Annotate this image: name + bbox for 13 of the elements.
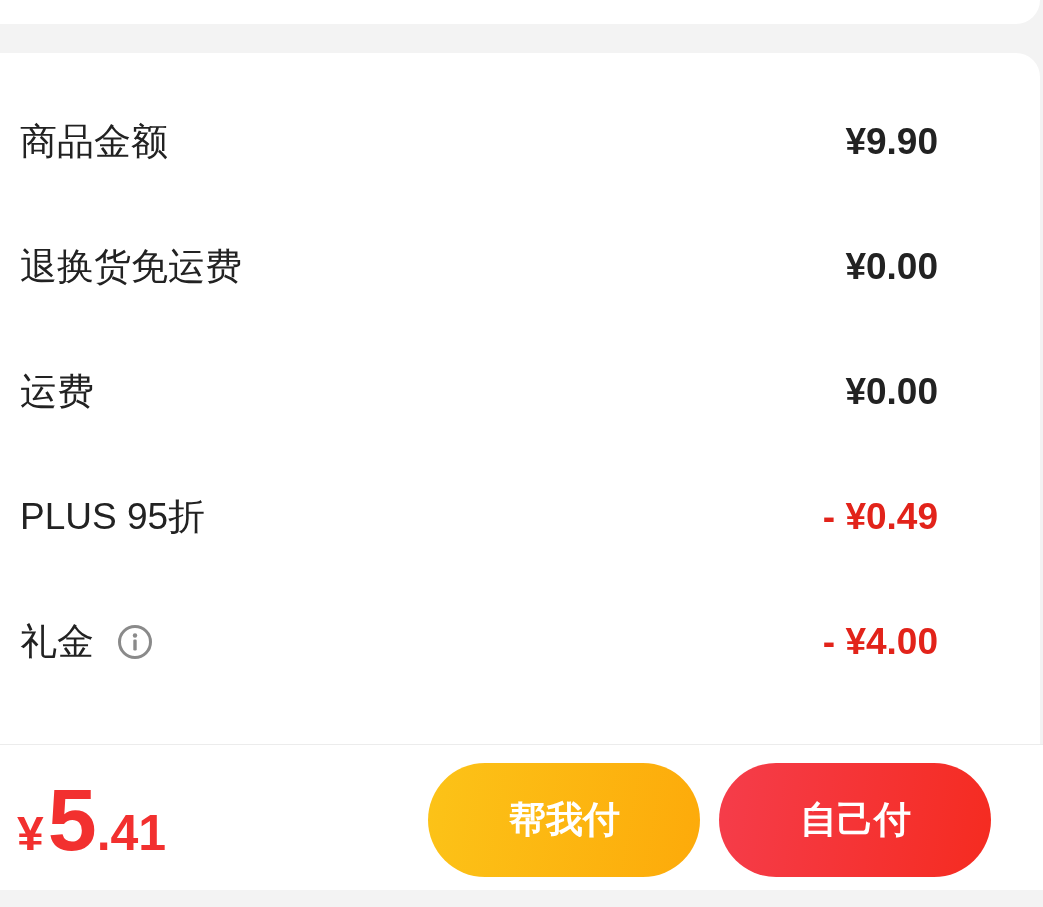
self-pay-button[interactable]: 自己付 — [719, 762, 991, 877]
row-label: 退换货免运费 — [20, 245, 242, 290]
row-label: 礼金 — [20, 620, 94, 665]
row-amount: ¥0.00 — [845, 370, 938, 415]
row-label: PLUS 95折 — [20, 495, 206, 540]
info-icon[interactable] — [118, 625, 152, 660]
total-price: ¥5.41 — [17, 775, 167, 864]
discount-amount: - ¥4.00 — [822, 620, 938, 665]
row-label: 运费 — [20, 370, 94, 415]
discount-amount: - ¥0.49 — [822, 495, 938, 540]
row-label: 商品金额 — [20, 120, 168, 165]
row-amount: ¥0.00 — [845, 245, 938, 290]
row-amount: ¥9.90 — [845, 120, 938, 165]
